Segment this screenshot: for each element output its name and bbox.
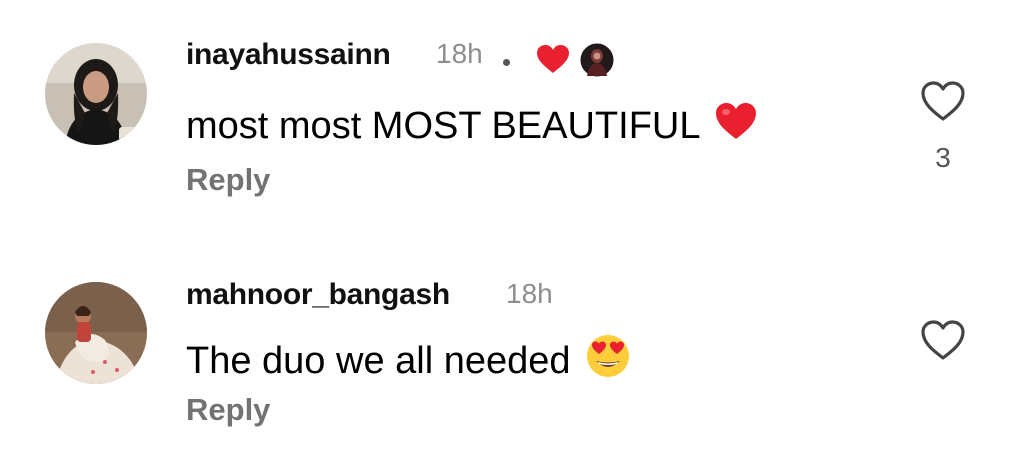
heart-outline-icon[interactable] xyxy=(920,80,966,122)
comment-username[interactable]: mahnoor_bangash xyxy=(186,278,450,312)
like-count: 3 xyxy=(935,142,951,173)
creator-heart-icon xyxy=(536,44,570,79)
comment-item: inayahussainn 18h most most MOST BEAUTIF… xyxy=(0,0,1024,230)
comment-text-content: The duo we all needed xyxy=(186,339,571,382)
comment-timestamp: 18h xyxy=(436,38,483,69)
reply-button[interactable]: Reply xyxy=(186,162,270,198)
reply-button[interactable]: Reply xyxy=(186,392,270,428)
avatar[interactable] xyxy=(45,43,147,145)
comment-item: mahnoor_bangash 18h The duo we all neede… xyxy=(0,230,1024,455)
comment-timestamp: 18h xyxy=(506,278,553,309)
creator-avatar xyxy=(579,42,615,83)
comment-text: The duo we all needed xyxy=(186,333,631,389)
heart-outline-icon[interactable] xyxy=(920,319,966,361)
comment-text: most most MOST BEAUTIFUL xyxy=(186,101,758,151)
red-heart-emoji xyxy=(714,101,758,151)
separator-dot xyxy=(503,59,510,66)
avatar[interactable] xyxy=(45,282,147,384)
comment-username[interactable]: inayahussainn xyxy=(186,38,391,72)
heart-eyes-emoji xyxy=(585,333,631,389)
comment-text-content: most most MOST BEAUTIFUL xyxy=(186,104,701,147)
